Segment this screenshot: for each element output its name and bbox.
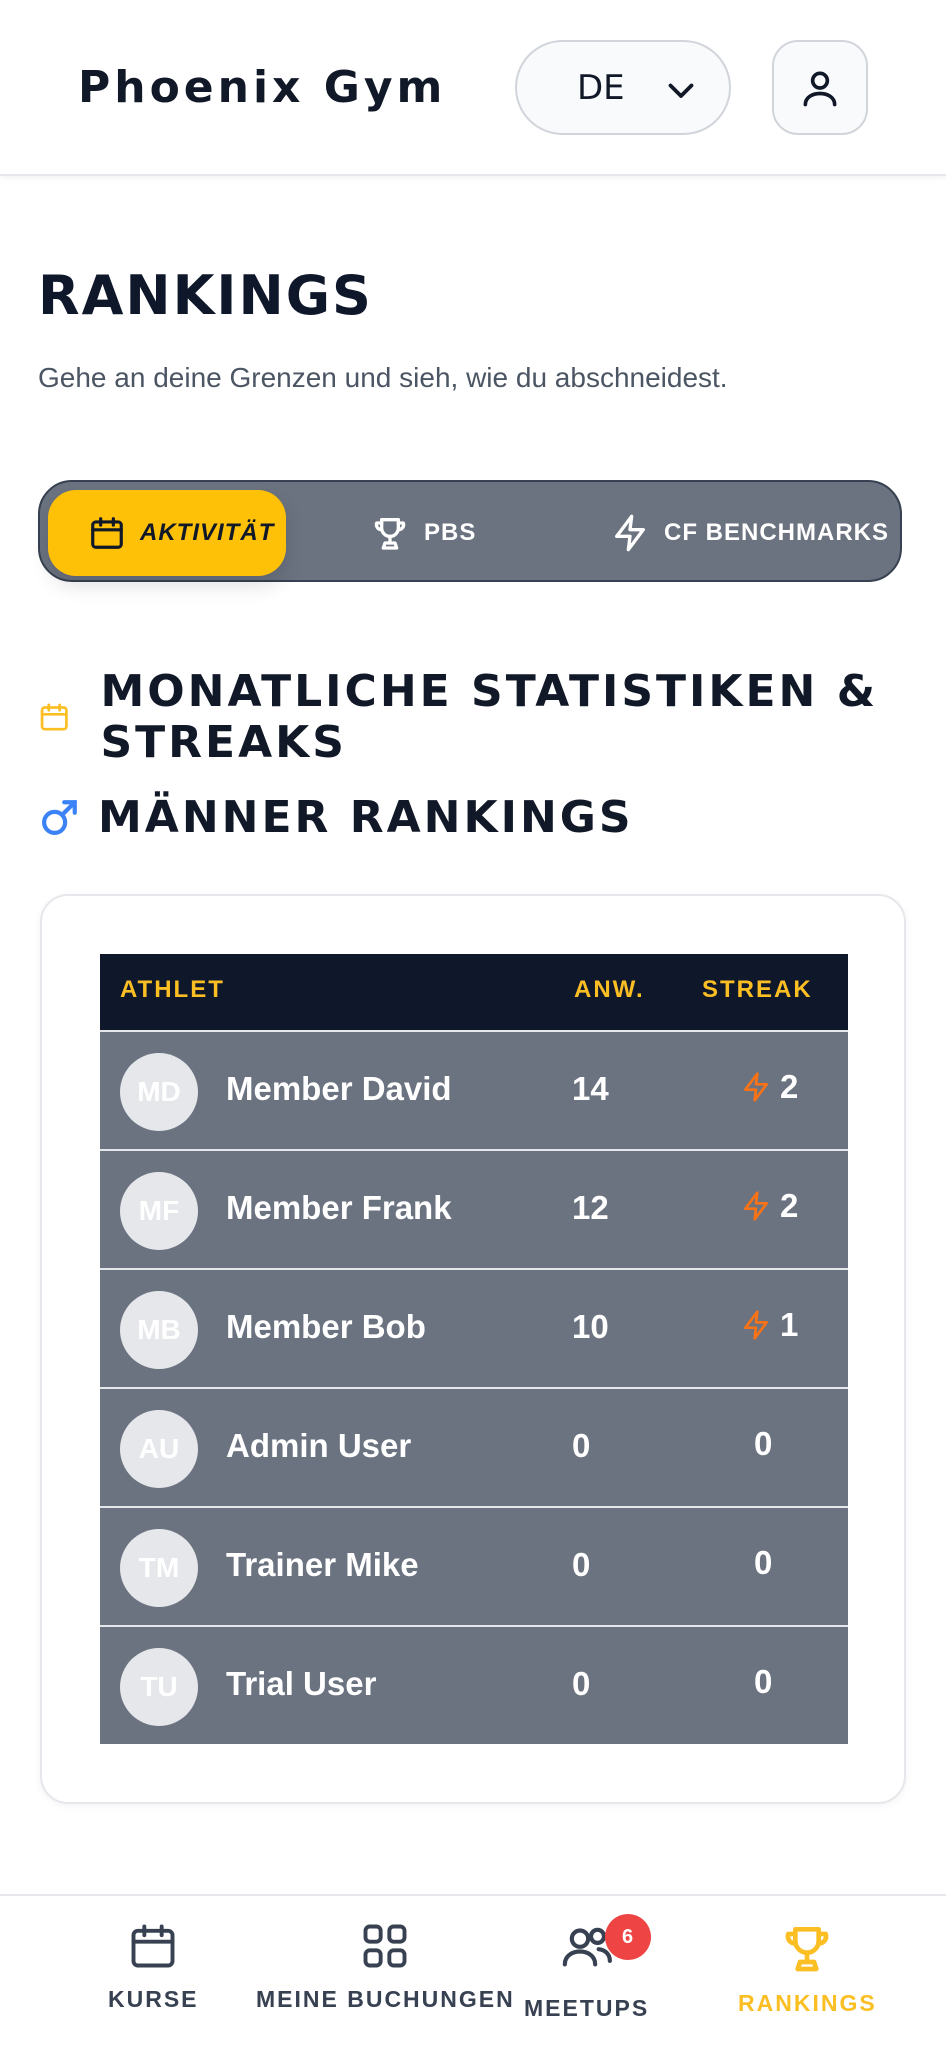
profile-button[interactable] — [772, 40, 868, 135]
tab-label: CF BENCHMARKS — [664, 519, 889, 546]
male-symbol-icon — [42, 799, 77, 835]
section-title: MONATLICHE STATISTIKEN & STREAKS — [100, 666, 879, 768]
nav-item-rankings[interactable]: RANKINGS — [738, 1920, 877, 2017]
brand-logo-text[interactable]: Phoenix Gym — [78, 62, 446, 113]
streak-count: 2 — [780, 1187, 799, 1224]
streak-count: 0 — [754, 1544, 773, 1581]
app-header: Phoenix Gym DE — [0, 0, 946, 176]
streak-cell: 0 — [754, 1663, 772, 1701]
streak-count: 0 — [754, 1663, 773, 1700]
attendance-count: 14 — [572, 1070, 609, 1107]
meetups-badge: 6 — [604, 1914, 651, 1960]
section-heading: MONATLICHE STATISTIKEN & STREAKS — [38, 666, 946, 768]
avatar: TM — [120, 1529, 198, 1607]
men-rankings-heading: MÄNNER RANKINGS — [38, 792, 634, 843]
ranking-tabs: AKTIVITÄT PBS CF BENCHMARKS — [38, 480, 902, 582]
nav-item-meine-buchungen[interactable]: MEINE BUCHUNGEN — [256, 1920, 515, 2013]
nav-item-meetups[interactable]: 6 MEETUPS — [524, 1914, 651, 2022]
nav-label: KURSE — [108, 1986, 199, 2012]
page-title: RANKINGS — [38, 264, 373, 327]
calendar-icon — [91, 517, 123, 549]
avatar: MF — [120, 1172, 198, 1250]
streak-cell: 2 — [740, 1187, 798, 1225]
lightning-icon — [744, 1191, 768, 1221]
attendance-count: 0 — [572, 1546, 591, 1583]
athlete-name: Trainer Mike — [226, 1546, 419, 1583]
avatar: MD — [120, 1053, 198, 1131]
attendance-count: 12 — [572, 1189, 609, 1226]
column-athlete: ATHLET — [120, 976, 225, 1003]
language-select[interactable]: DE — [515, 40, 731, 135]
grid-icon — [363, 1924, 407, 1968]
streak-count: 2 — [780, 1068, 799, 1105]
nav-label: MEINE BUCHUNGEN — [256, 1986, 515, 2012]
tab-cf-benchmarks[interactable]: CF BENCHMARKS — [610, 490, 889, 576]
table-row[interactable]: MB Member Bob 10 1 — [100, 1268, 848, 1387]
language-value: DE — [577, 67, 625, 108]
lightning-icon — [744, 1072, 768, 1102]
rankings-table: ATHLET ANW. STREAK MD Member David 14 2 … — [100, 954, 848, 1744]
tab-pbs[interactable]: PBS — [370, 490, 476, 576]
column-attendance: ANW. — [574, 976, 645, 1003]
athlete-name: Admin User — [226, 1427, 412, 1464]
avatar: AU — [120, 1410, 198, 1488]
table-row[interactable]: MF Member Frank 12 2 — [100, 1149, 848, 1268]
athlete-name: Trial User — [226, 1665, 377, 1702]
tab-label: AKTIVITÄT — [140, 519, 275, 546]
avatar: TU — [120, 1648, 198, 1726]
table-row[interactable]: TU Trial User 0 0 — [100, 1625, 848, 1744]
column-streak: STREAK — [702, 976, 813, 1003]
attendance-count: 0 — [572, 1427, 591, 1464]
nav-item-kurse[interactable]: KURSE — [108, 1920, 199, 2013]
athlete-name: Member Frank — [226, 1189, 452, 1226]
bottom-navigation: KURSE MEINE BUCHUNGEN 6 MEETUPS RANKINGS — [0, 1894, 946, 2048]
table-row[interactable]: AU Admin User 0 0 — [100, 1387, 848, 1506]
calendar-icon — [40, 703, 68, 731]
streak-cell: 0 — [754, 1425, 772, 1463]
page-subtitle: Gehe an deine Grenzen und sieh, wie du a… — [38, 362, 728, 393]
athlete-name: Member David — [226, 1070, 452, 1107]
attendance-count: 10 — [572, 1308, 609, 1345]
table-row[interactable]: TM Trainer Mike 0 0 — [100, 1506, 848, 1625]
table-row[interactable]: MD Member David 14 2 — [100, 1030, 848, 1149]
user-icon — [803, 71, 837, 106]
rankings-card: ATHLET ANW. STREAK MD Member David 14 2 … — [40, 894, 906, 1804]
men-rankings-title: MÄNNER RANKINGS — [98, 792, 634, 843]
tab-label: PBS — [424, 519, 477, 546]
chevron-down-icon — [668, 83, 694, 98]
attendance-count: 0 — [572, 1665, 591, 1702]
streak-count: 1 — [780, 1306, 799, 1343]
streak-count: 0 — [754, 1425, 773, 1462]
streak-cell: 2 — [740, 1068, 798, 1106]
athlete-name: Member Bob — [226, 1308, 426, 1345]
nav-label: MEETUPS — [524, 1995, 650, 2021]
calendar-icon — [131, 1924, 175, 1968]
streak-cell: 0 — [754, 1544, 772, 1582]
lightning-icon — [615, 514, 645, 552]
table-header: ATHLET ANW. STREAK — [100, 954, 848, 1030]
nav-label: RANKINGS — [738, 1990, 877, 2016]
streak-cell: 1 — [740, 1306, 798, 1344]
trophy-icon — [374, 518, 406, 550]
lightning-icon — [744, 1310, 768, 1340]
avatar: MB — [120, 1291, 198, 1369]
tab-aktivitaet[interactable]: AKTIVITÄT — [48, 490, 286, 576]
trophy-icon — [785, 1927, 829, 1972]
